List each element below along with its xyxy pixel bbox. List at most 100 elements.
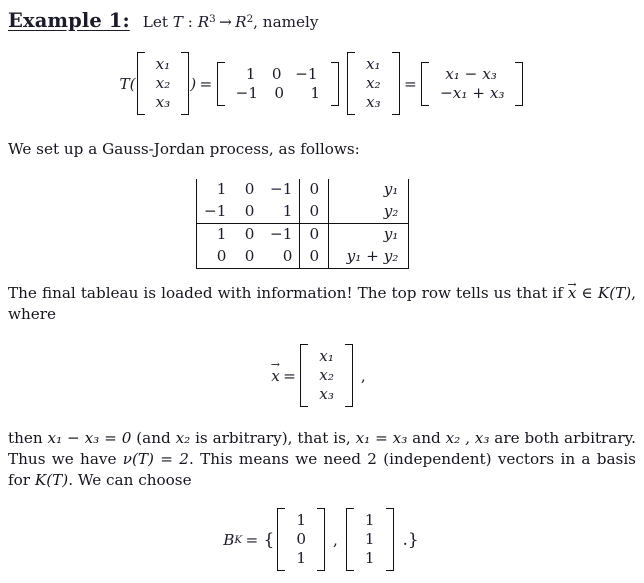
bracket-left-icon bbox=[346, 52, 355, 115]
tableau-coefficient: 0 bbox=[244, 180, 255, 198]
table-row: −1 0 1 0 y₂ bbox=[197, 201, 409, 224]
matrix-cell: 1 bbox=[296, 549, 307, 567]
equation-inline: x₁ = x₃ bbox=[355, 429, 408, 447]
domain-base: R bbox=[197, 13, 210, 31]
then-tail: . We can choose bbox=[68, 471, 192, 489]
matrix-cell: 1 bbox=[364, 530, 375, 548]
matrix-cell: x₂ bbox=[319, 366, 334, 384]
x-vector-equation: x = x₁ x₂ x₃ , bbox=[0, 344, 644, 407]
tableau-coefficient: 1 bbox=[216, 225, 227, 243]
then-lead: then bbox=[8, 429, 48, 447]
kernel-basis-equation: BK = { 1 0 1 , 1 1 1 .} bbox=[0, 508, 644, 571]
tableau-rhs: y₁ bbox=[383, 180, 399, 198]
kernel-notation: K(T) bbox=[597, 284, 632, 302]
bracket-right-icon bbox=[391, 52, 400, 115]
bracket-left-icon bbox=[136, 52, 145, 115]
matrix-cell: x₁ bbox=[365, 55, 381, 73]
tableau-coefficient: 1 bbox=[216, 180, 227, 198]
kernel-notation: K(T) bbox=[34, 471, 69, 489]
then-text: and bbox=[407, 429, 446, 447]
bracket-right-icon bbox=[385, 508, 394, 571]
heading-lead: Let bbox=[142, 13, 173, 31]
bracket-left-icon bbox=[300, 344, 309, 407]
bracket-right-icon bbox=[317, 508, 326, 571]
example-label: Example 1: bbox=[8, 9, 130, 32]
basis-subscript: K bbox=[234, 533, 243, 546]
then-text: (and bbox=[131, 429, 176, 447]
matrix-cell: x₁ − x₃ bbox=[445, 64, 497, 83]
tableau-table: 1 0 −1 0 y₁ −1 0 1 0 y₂ 1 0 −1 0 y₁ 0 0 … bbox=[197, 179, 409, 269]
bracket-left-icon bbox=[277, 508, 286, 571]
bracket-left-icon bbox=[345, 508, 354, 571]
nullity-equation: ν(T) = 2 bbox=[122, 450, 189, 468]
result-vector-matrix: x₁ − x₃ −x₁ + x₃ bbox=[420, 61, 524, 106]
tableau-coefficient: 0 bbox=[197, 246, 234, 269]
transform-definition-equation: T( x₁ x₂ x₃ ) = 1 0 −1 −1 0 1 x₁ x₂ x₃ =… bbox=[0, 52, 644, 115]
bracket-left-icon bbox=[421, 61, 430, 106]
matrix-cell: x₂ bbox=[365, 74, 381, 92]
tableau-coefficient: 0 bbox=[261, 246, 300, 269]
matrix-cell: x₁ bbox=[319, 347, 334, 365]
matrix-cell: x₃ bbox=[319, 385, 334, 403]
input-vector-matrix: x₁ x₂ x₃ bbox=[136, 52, 191, 115]
matrix-cell: −1 bbox=[295, 64, 318, 83]
coefficient-matrix: 1 0 −1 −1 0 1 bbox=[216, 61, 340, 106]
tableau-zero-column: 0 bbox=[299, 201, 330, 224]
tableau-coefficient: −1 bbox=[197, 201, 234, 224]
bracket-right-icon bbox=[181, 52, 190, 115]
bracket-right-icon bbox=[330, 61, 339, 106]
element-of-symbol: ∈ bbox=[576, 284, 598, 302]
close-brace: .} bbox=[402, 529, 419, 550]
basis-vector-1: 1 0 1 bbox=[276, 508, 326, 571]
basis-vector-2: 1 1 1 bbox=[345, 508, 395, 571]
tableau-coefficient: 1 bbox=[261, 201, 300, 224]
final-tableau-paragraph: The final tableau is loaded with informa… bbox=[8, 283, 636, 325]
heading-statement: Let T : R3 → R2, namely bbox=[130, 13, 319, 31]
tableau-zero-column: 0 bbox=[299, 179, 330, 201]
tableau-coefficient: 0 bbox=[233, 201, 262, 224]
domain-exponent: 3 bbox=[209, 12, 216, 25]
bracket-right-icon bbox=[344, 344, 353, 407]
open-brace: { bbox=[263, 529, 275, 550]
trailing-comma: , bbox=[360, 366, 366, 385]
heading-colon: : bbox=[182, 13, 198, 31]
matrix-cell: −x₁ + x₃ bbox=[440, 83, 505, 102]
matrix-cell: 1 bbox=[364, 549, 375, 567]
matrix-cell: 0 bbox=[271, 64, 282, 83]
matrix-cell: 0 bbox=[296, 530, 307, 548]
tableau-coefficient: 0 bbox=[233, 246, 262, 269]
variable-inline: x₂ , x₃ bbox=[445, 429, 490, 447]
gauss-jordan-intro-text: We set up a Gauss-Jordan process, as fol… bbox=[8, 140, 360, 158]
basis-symbol: B bbox=[223, 530, 235, 549]
gauss-jordan-tableau: 1 0 −1 0 y₁ −1 0 1 0 y₂ 1 0 −1 0 y₁ 0 0 … bbox=[196, 179, 410, 269]
table-row: 0 0 0 0 y₁ + y₂ bbox=[197, 246, 409, 269]
matrix-cell: x₂ bbox=[155, 74, 171, 92]
map-name: T bbox=[172, 13, 183, 31]
bracket-left-icon bbox=[216, 61, 225, 106]
x-vector-symbol: x bbox=[271, 367, 280, 385]
table-row: 1 0 −1 0 y₁ bbox=[197, 223, 408, 246]
matrix-cell: −1 bbox=[235, 83, 258, 102]
transform-fn-open: T( bbox=[119, 74, 136, 93]
document-page: Example 1: Let T : R3 → R2, namely T( x₁ x₂… bbox=[0, 0, 644, 583]
tableau-coefficient: 0 bbox=[244, 225, 255, 243]
tableau-zero-column: 0 bbox=[299, 223, 330, 246]
tableau-coefficient: −1 bbox=[270, 180, 293, 198]
tableau-rhs: y₁ + y₂ bbox=[328, 246, 409, 269]
equals-sign: = bbox=[199, 74, 213, 93]
matrix-cell: 1 bbox=[364, 511, 375, 529]
variable-inline: x₂ bbox=[175, 429, 191, 447]
equals-sign: = bbox=[245, 530, 259, 549]
matrix-cell: x₁ bbox=[155, 55, 171, 73]
maps-to-arrow-icon: → bbox=[219, 13, 232, 31]
matrix-cell: x₃ bbox=[365, 93, 381, 111]
matrix-cell: x₃ bbox=[155, 93, 171, 111]
codomain-base: R bbox=[235, 13, 247, 31]
x-vector-symbol: x bbox=[568, 283, 577, 304]
tableau-zero-column: 0 bbox=[299, 246, 330, 269]
tableau-rhs: y₁ bbox=[383, 225, 399, 243]
then-text: is arbitrary), that is, bbox=[190, 429, 356, 447]
heading-tail: , namely bbox=[253, 13, 319, 31]
vector-separator: , bbox=[333, 530, 338, 549]
equals-sign: = bbox=[403, 74, 417, 93]
